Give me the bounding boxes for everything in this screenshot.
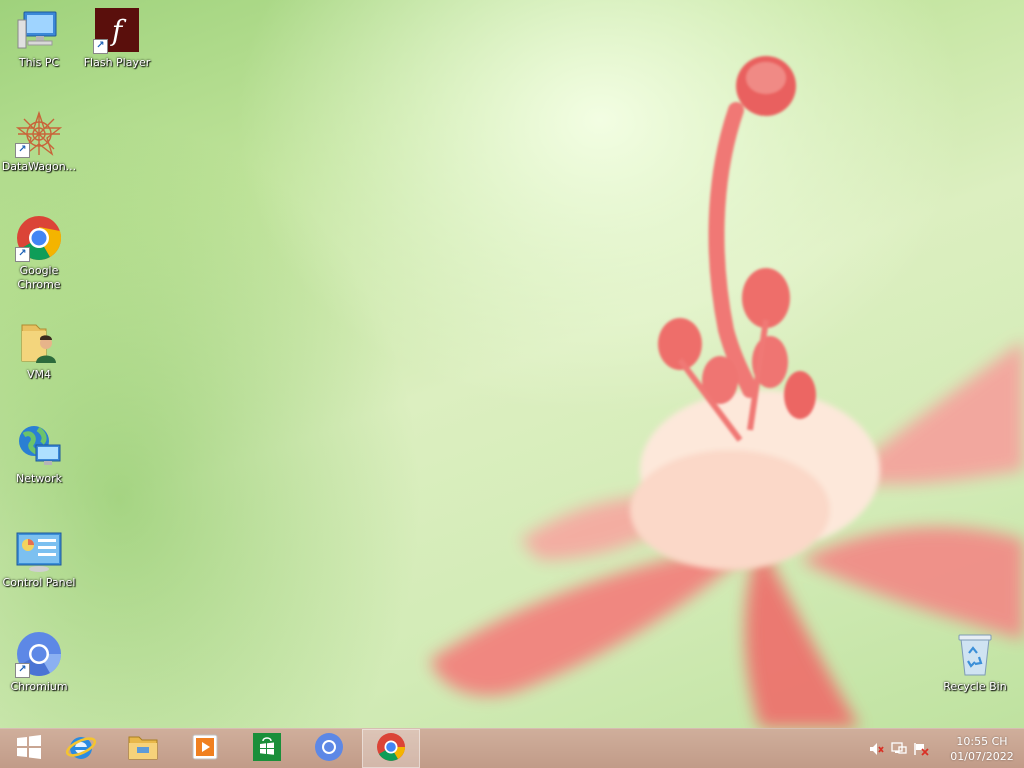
action-center-flag-icon[interactable] bbox=[912, 741, 930, 757]
taskbar-store[interactable] bbox=[238, 729, 296, 768]
taskbar-file-explorer[interactable] bbox=[114, 729, 172, 768]
volume-muted-icon[interactable] bbox=[868, 741, 886, 757]
desktop-icon-label: Chromium bbox=[10, 680, 68, 693]
desktop-icon-label: Google Chrome bbox=[17, 264, 61, 291]
start-button[interactable] bbox=[0, 729, 58, 768]
desktop-icon-label: Recycle Bin bbox=[943, 680, 1007, 693]
desktop-icon-flash-player[interactable]: f ↗ Flash Player bbox=[78, 6, 156, 70]
control-panel-icon bbox=[15, 526, 63, 574]
desktop-icon-control-panel[interactable]: Control Panel bbox=[0, 526, 78, 590]
desktop-icon-recycle-bin[interactable]: Recycle Bin bbox=[936, 630, 1014, 694]
desktop-icon-label: DataWagon... bbox=[1, 160, 77, 173]
recycle-bin-icon bbox=[951, 630, 999, 678]
taskbar-internet-explorer[interactable] bbox=[52, 729, 110, 768]
desktop[interactable]: This PC f ↗ Flash Player ↗ DataWagon... bbox=[0, 0, 1024, 728]
clock[interactable]: 10:55 CH 01/07/2022 bbox=[942, 734, 1022, 764]
desktop-icon-chromium[interactable]: ↗ Chromium bbox=[0, 630, 78, 694]
taskbar: 10:55 CH 01/07/2022 bbox=[0, 728, 1024, 768]
taskbar-chromium[interactable] bbox=[300, 729, 358, 768]
chrome-icon bbox=[376, 732, 406, 766]
media-player-icon bbox=[190, 732, 220, 766]
shortcut-arrow-icon: ↗ bbox=[15, 143, 30, 158]
desktop-icon-label: This PC bbox=[18, 56, 60, 69]
network-tray-icon[interactable] bbox=[890, 741, 908, 757]
desktop-icon-label: Network bbox=[16, 472, 62, 485]
chromium-icon bbox=[314, 732, 344, 766]
desktop-icon-label: VM4 bbox=[26, 368, 51, 381]
shortcut-arrow-icon: ↗ bbox=[93, 39, 108, 54]
desktop-icon-label: Flash Player bbox=[83, 56, 151, 69]
clock-date: 01/07/2022 bbox=[950, 749, 1014, 763]
file-explorer-icon bbox=[127, 733, 159, 765]
flash-player-icon: f ↗ bbox=[93, 6, 141, 54]
shortcut-arrow-icon: ↗ bbox=[15, 663, 30, 678]
chromium-icon: ↗ bbox=[15, 630, 63, 678]
computer-icon bbox=[15, 6, 63, 54]
windows-start-icon bbox=[15, 734, 43, 763]
wallpaper-flower bbox=[430, 56, 1024, 728]
desktop-icon-vm4[interactable]: VM4 bbox=[0, 318, 78, 382]
store-icon bbox=[252, 732, 282, 766]
taskbar-media-player[interactable] bbox=[176, 729, 234, 768]
desktop-icon-datawagon[interactable]: ↗ DataWagon... bbox=[0, 110, 78, 174]
user-folder-icon bbox=[15, 318, 63, 366]
datawagon-icon: ↗ bbox=[15, 110, 63, 158]
shortcut-arrow-icon: ↗ bbox=[15, 247, 30, 262]
taskbar-chrome[interactable] bbox=[362, 729, 420, 768]
clock-time: 10:55 CH bbox=[956, 734, 1008, 748]
system-tray: 10:55 CH 01/07/2022 bbox=[866, 729, 1024, 768]
desktop-icon-network[interactable]: Network bbox=[0, 422, 78, 486]
desktop-icon-label: Control Panel bbox=[2, 576, 76, 589]
desktop-icon-this-pc[interactable]: This PC bbox=[0, 6, 78, 70]
chrome-icon: ↗ bbox=[15, 214, 63, 262]
internet-explorer-icon bbox=[65, 731, 97, 767]
network-icon bbox=[15, 422, 63, 470]
desktop-icon-google-chrome[interactable]: ↗ Google Chrome bbox=[0, 214, 78, 292]
